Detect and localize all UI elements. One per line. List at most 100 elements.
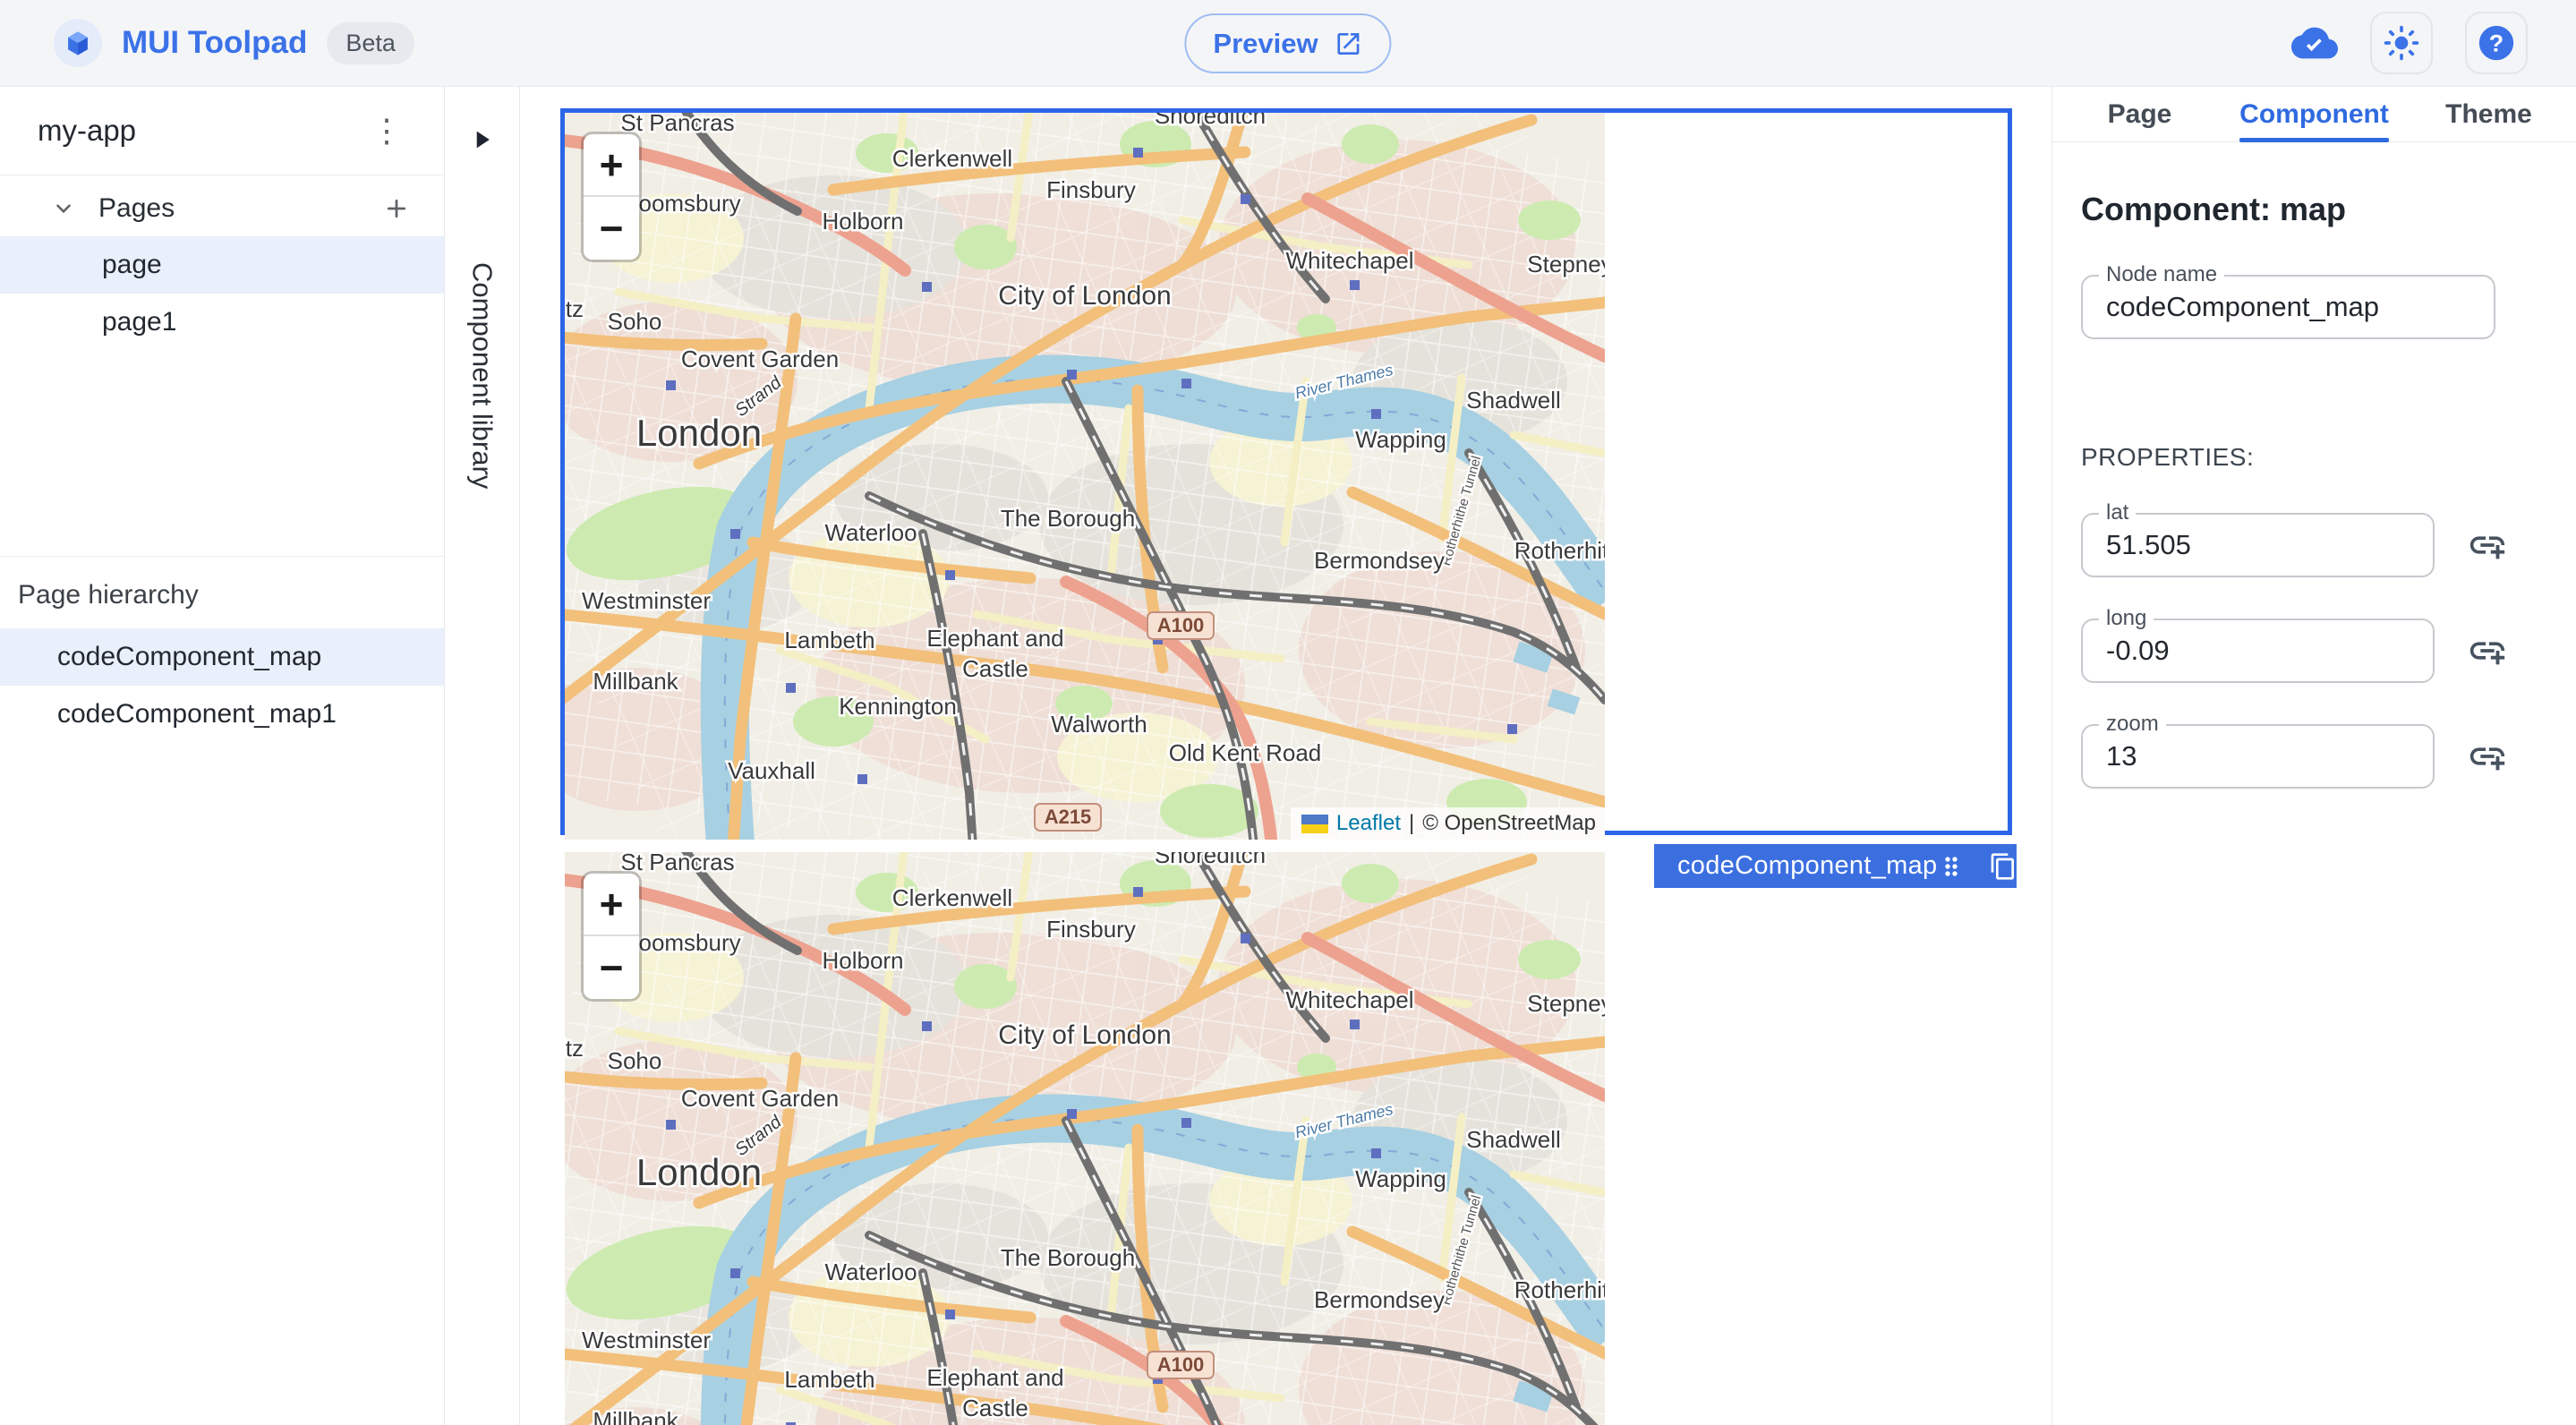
preview-button-label: Preview: [1213, 27, 1318, 59]
pages-section-label: Pages: [98, 193, 175, 223]
duplicate-component-icon[interactable]: [1989, 852, 2017, 881]
map-label: Bermondsey: [1314, 1286, 1445, 1313]
sidebar-item-page[interactable]: page: [0, 236, 444, 294]
help-button[interactable]: ?: [2465, 12, 2528, 74]
app-title: MUI Toolpad: [122, 25, 308, 60]
map-label: Whitechapel: [1285, 247, 1413, 274]
sidebar-item-page1[interactable]: page1: [0, 294, 444, 351]
page-item-label: page1: [102, 307, 177, 337]
expand-library-arrow-icon[interactable]: [473, 128, 492, 151]
svg-text:?: ?: [2489, 30, 2503, 57]
map-zoom-control: + −: [584, 874, 639, 999]
header-actions: ?: [2291, 12, 2528, 74]
tab-page[interactable]: Page: [2052, 87, 2227, 141]
hierarchy-item-codeComponent_map[interactable]: codeComponent_map: [0, 628, 444, 686]
map-label: The Borough: [1001, 1244, 1135, 1271]
map-label: Shadwell: [1466, 1126, 1561, 1153]
project-name: my-app: [38, 114, 137, 147]
map-label: Soho: [608, 308, 662, 335]
beta-badge: Beta: [327, 21, 414, 64]
leaflet-map-1[interactable]: Shoreditch St Pancras Clerkenwell Finsbury B…: [565, 113, 1605, 840]
zoom-out-button[interactable]: −: [584, 936, 639, 999]
osm-attribution[interactable]: © OpenStreetMap: [1422, 811, 1596, 836]
map-label: Shoreditch: [1155, 852, 1266, 868]
map-road-badge: A100: [1147, 611, 1215, 640]
map-label: St Pancras: [620, 852, 734, 875]
map-label: Covent Garden: [681, 1085, 839, 1112]
ukraine-flag-icon: [1301, 814, 1328, 833]
hierarchy-item-codeComponent_map1[interactable]: codeComponent_map1: [0, 686, 444, 743]
cloud-status-icon[interactable]: [2291, 20, 2338, 66]
inspector-tabs: Page Component Theme: [2052, 87, 2576, 142]
hierarchy-item-label: codeComponent_map1: [57, 699, 337, 729]
inspector-panel: Page Component Theme Component: map Node…: [2051, 87, 2576, 1425]
editor-canvas[interactable]: Shoreditch St Pancras Clerkenwell Finsbury B…: [520, 87, 2051, 1425]
brand: MUI Toolpad Beta: [54, 19, 414, 67]
app-header: MUI Toolpad Beta Preview ?: [0, 0, 2576, 87]
map-label: Bermondsey: [1314, 547, 1445, 574]
node-name-label: Node name: [2099, 262, 2225, 287]
main-area: my-app ⋮ Pages page page1 Page hierarchy: [0, 87, 2576, 1425]
tab-theme[interactable]: Theme: [2401, 87, 2576, 141]
component-library-strip: Component library: [445, 87, 520, 1425]
delete-component-icon[interactable]: [2041, 852, 2051, 881]
leaflet-link[interactable]: Leaflet: [1336, 811, 1401, 836]
map-label: Lambeth: [784, 627, 874, 653]
map-label: City of London: [998, 1020, 1171, 1050]
app-row: my-app ⋮: [0, 87, 444, 175]
map-label: Wapping: [1355, 426, 1446, 453]
svg-text:A215: A215: [1045, 806, 1092, 828]
zoom-value: 13: [2106, 740, 2137, 772]
map-label: London: [636, 1151, 762, 1193]
map-label: itz: [565, 1035, 584, 1062]
leaflet-map-2[interactable]: Shoreditch St Pancras Clerkenwell Finsbury B…: [565, 852, 1605, 1425]
lat-field[interactable]: lat 51.505: [2081, 500, 2435, 577]
project-menu-kebab-icon[interactable]: ⋮: [362, 111, 412, 150]
pages-section-header: Pages: [0, 181, 444, 236]
add-page-button[interactable]: [383, 195, 410, 222]
zoom-out-button[interactable]: −: [584, 197, 639, 260]
zoom-in-button[interactable]: +: [584, 134, 639, 197]
map-label: Waterloo: [824, 1259, 917, 1285]
lat-value: 51.505: [2106, 529, 2191, 560]
long-field[interactable]: long -0.09: [2081, 606, 2435, 683]
theme-toggle-button[interactable]: [2370, 12, 2433, 74]
selected-node-label: codeComponent_map: [1677, 851, 1938, 880]
map-label: itz: [565, 295, 584, 322]
map-label: Lambeth: [784, 1366, 874, 1393]
preview-button[interactable]: Preview: [1184, 13, 1392, 73]
long-value: -0.09: [2106, 635, 2170, 666]
drag-indicator-icon[interactable]: [1937, 852, 1966, 881]
map-label: Wapping: [1355, 1165, 1446, 1192]
map-label: Finsbury: [1046, 176, 1136, 203]
map-label: Stepney: [1527, 990, 1605, 1017]
component-library-label: Component library: [466, 262, 499, 490]
explorer-sidebar: my-app ⋮ Pages page page1 Page hierarchy: [0, 87, 445, 1425]
map-label: Westminster: [582, 587, 711, 614]
map-label: Holborn: [822, 947, 903, 974]
map-label: Clerkenwell: [892, 884, 1012, 911]
tab-component[interactable]: Component: [2227, 87, 2401, 142]
map-label: Millbank: [593, 1407, 678, 1425]
prop-row-lat: lat 51.505: [2081, 500, 2547, 577]
attribution-separator: |: [1408, 811, 1415, 835]
chevron-down-icon[interactable]: [52, 197, 75, 220]
selected-map-component[interactable]: Shoreditch St Pancras Clerkenwell Finsbury B…: [560, 108, 2012, 840]
bind-lat-button[interactable]: [2467, 525, 2508, 566]
bind-long-button[interactable]: [2467, 630, 2508, 671]
long-label: long: [2099, 606, 2154, 631]
prop-row-long: long -0.09: [2081, 606, 2547, 683]
map-label: St Pancras: [620, 113, 734, 136]
node-name-field[interactable]: Node name codeComponent_map: [2081, 262, 2495, 339]
map-label: Elephant and: [926, 625, 1063, 652]
map-label: Walworth: [1051, 711, 1147, 738]
page-hierarchy-title: Page hierarchy: [18, 580, 199, 610]
zoom-label: zoom: [2099, 712, 2166, 737]
component-heading: Component: map: [2081, 191, 2346, 227]
map-artwork: Shoreditch St Pancras Clerkenwell Finsbury B…: [565, 113, 1605, 840]
zoom-in-button[interactable]: +: [584, 874, 639, 936]
map-label: City of London: [998, 281, 1171, 311]
map-label: Vauxhall: [728, 757, 815, 784]
zoom-field[interactable]: zoom 13: [2081, 712, 2435, 789]
bind-zoom-button[interactable]: [2467, 736, 2508, 777]
